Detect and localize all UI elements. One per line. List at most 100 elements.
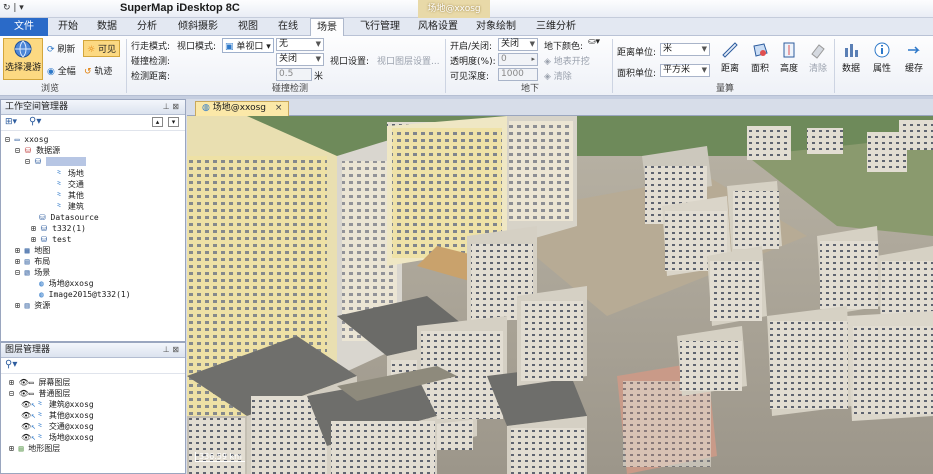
tree-node-datasources[interactable]: ⊟ ⛁ 数据源 (15, 145, 60, 156)
context-tab-title: 场地@xxosg (418, 0, 490, 18)
tree-node-scene-site[interactable]: ◍ 场地@xxosg (39, 278, 94, 289)
chevron-down-icon: ▼ (701, 66, 707, 74)
tab-view[interactable]: 视图 (238, 18, 258, 36)
expand-icon[interactable]: ▾ (168, 117, 179, 127)
refresh-button[interactable]: ⟳ 刷新 (47, 42, 75, 55)
check-distance-input[interactable]: 0.5 (276, 68, 312, 81)
visible-button[interactable]: ☼ 可见 (83, 40, 120, 57)
database-icon: ⛁ (39, 213, 46, 222)
globe-icon (14, 40, 32, 58)
tree-node-layouts[interactable]: ⊞ ▤ 布局 (15, 256, 50, 267)
chevron-down-icon: ▼ (529, 40, 535, 48)
tab-object-draw[interactable]: 对象绘制 (476, 18, 516, 36)
eye-icon: 👁 (21, 411, 32, 420)
cache-button[interactable]: 缓存 (900, 40, 928, 74)
search-icon[interactable]: ⚲▾ (29, 116, 41, 127)
track-button[interactable]: ↺ 轨迹 (84, 64, 112, 77)
3d-scene-view[interactable]: 336.59 km (187, 116, 933, 474)
view-mode-select[interactable]: 无 ▼ (276, 38, 324, 51)
visible-depth-input[interactable]: 1000 (498, 68, 538, 81)
layer-node-traffic[interactable]: 👁↖⺀ 交通@xxosg (21, 421, 94, 432)
measure-area-button[interactable]: 面积 (748, 40, 772, 74)
file-menu[interactable]: 文件 (0, 18, 48, 36)
collision-detect-label: 碰撞检测: (131, 57, 171, 67)
close-icon[interactable]: × (275, 103, 283, 113)
walk-mode-label: 行走模式: (131, 42, 171, 52)
pin-close-icon[interactable]: ⊥ ⊠ (163, 343, 179, 357)
tab-style-settings[interactable]: 风格设置 (418, 18, 458, 36)
tab-flight-manage[interactable]: 飞行管理 (360, 18, 400, 36)
single-view-button[interactable]: ▣ 单视口 ▾ (222, 38, 274, 53)
divider (126, 39, 127, 93)
data-button[interactable]: 数据 (838, 40, 864, 74)
layer-node-other[interactable]: 👁↖⺀ 其他@xxosg (21, 410, 94, 421)
collapse-icon[interactable]: ▴ (152, 117, 163, 127)
tree-node-dataset-building[interactable]: ⺀ 建筑 (55, 201, 84, 212)
tree-node-workspace[interactable]: ⊟ ▭ xxosg (5, 134, 48, 145)
attribute-button[interactable]: 属性 (869, 40, 895, 74)
area-unit-select[interactable]: 平方米 ▼ (660, 64, 710, 77)
tree-node-scenes[interactable]: ⊟ ▧ 场景 (15, 267, 50, 278)
workspace-options-icon[interactable]: ⊞▾ (5, 117, 17, 127)
transparency-label: 透明度(%): (450, 57, 496, 67)
layer-node-normal[interactable]: ⊟ 👁▭ 普通图层 (9, 388, 70, 399)
tab-3d-analysis[interactable]: 三维分析 (536, 18, 576, 36)
viewport-layer-settings-button[interactable]: 视口图层设置... (377, 54, 440, 67)
quick-access-toolbar[interactable]: ↻ | ▾ (3, 3, 24, 13)
map-icon: ▦ (24, 246, 30, 255)
distance-unit-select[interactable]: 米 ▼ (660, 43, 710, 56)
app-title: SuperMap iDesktop 8C (120, 2, 240, 14)
viewport-settings-label: 视口设置: (330, 57, 370, 67)
layer-node-terrain[interactable]: ⊞ ▤ 地形图层 (9, 443, 60, 454)
database-icon: ⛁ (40, 235, 48, 244)
layer-node-site[interactable]: 👁↖⺀ 场地@xxosg (21, 432, 94, 443)
tree-node-datasource-blurred[interactable]: ⊟ ⛁ (25, 156, 87, 167)
divider (445, 39, 446, 93)
tab-oblique-photo[interactable]: 倾斜摄影 (178, 18, 218, 36)
tree-node-dataset-site[interactable]: ⺀ 场地 (55, 168, 84, 179)
refresh-icon: ⟳ (47, 45, 55, 55)
info-icon (874, 42, 890, 58)
tab-scene[interactable]: 场景 (310, 18, 344, 37)
tab-data[interactable]: 数据 (97, 18, 117, 36)
bar-chart-icon (845, 44, 858, 57)
pin-close-icon[interactable]: ⊥ ⊠ (163, 100, 179, 114)
title-bar: ↻ | ▾ SuperMap iDesktop 8C 场地@xxosg (0, 0, 933, 18)
terrain-dig-button[interactable]: ◈ 地表开挖 (544, 54, 590, 67)
tree-node-maps[interactable]: ⊞ ▦ 地图 (15, 245, 50, 256)
dataset-icon: ⺀ (55, 191, 63, 200)
tab-online[interactable]: 在线 (278, 18, 298, 36)
measure-clear-button[interactable]: 清除 (806, 40, 830, 74)
measure-group-label: 量算 (715, 84, 734, 94)
tab-start[interactable]: 开始 (58, 18, 78, 36)
tree-node-scene-image[interactable]: ◍ Image2015@t332(1) (39, 289, 131, 300)
tree-node-dataset-other[interactable]: ⺀ 其他 (55, 190, 84, 201)
tree-node-dataset-traffic[interactable]: ⺀ 交通 (55, 179, 84, 190)
underground-open-select[interactable]: 关闭 ▼ (498, 38, 538, 51)
eraser-icon (811, 44, 825, 59)
measure-distance-button[interactable]: 距离 (718, 40, 742, 74)
ground-color-label: 地下颜色: (544, 42, 584, 52)
full-extent-button[interactable]: ◉ 全幅 (47, 64, 76, 77)
edit-icon: ⺀ (35, 422, 44, 431)
cache-icon (908, 46, 920, 54)
document-tab-bar: ◍ 场地@xxosg × (187, 99, 933, 116)
tree-node-test[interactable]: ⊞ ⛁ test (31, 234, 71, 245)
height-icon (783, 42, 795, 58)
document-tab[interactable]: ◍ 场地@xxosg × (195, 101, 290, 116)
transparency-input[interactable]: 0 ▸ (498, 53, 538, 66)
measure-height-button[interactable]: 高度 (777, 40, 801, 74)
search-icon[interactable]: ⚲▾ (5, 359, 17, 370)
ground-color-picker[interactable]: ⛀▾ (588, 37, 600, 47)
tab-analysis[interactable]: 分析 (137, 18, 157, 36)
chevron-down-icon: ▼ (701, 45, 707, 53)
dataset-icon: ⺀ (55, 180, 63, 189)
layer-node-building[interactable]: 👁↖⺀ 建筑@xxosg (21, 399, 94, 410)
tree-node-datasource[interactable]: ⛁ Datasource (39, 212, 99, 223)
tree-node-resources[interactable]: ⊞ ▥ 资源 (15, 300, 50, 311)
collision-detect-select[interactable]: 关闭 ▼ (276, 53, 324, 66)
layer-node-screen[interactable]: ⊞ 👁▭ 屏幕图层 (9, 377, 70, 388)
workspace-toolbar: ⊞▾ ⚲▾ ▴ ▾ (1, 115, 185, 131)
select-roam-button[interactable]: 选择漫游 (3, 38, 43, 80)
tree-node-t332[interactable]: ⊞ ⛁ t332(1) (31, 223, 86, 234)
